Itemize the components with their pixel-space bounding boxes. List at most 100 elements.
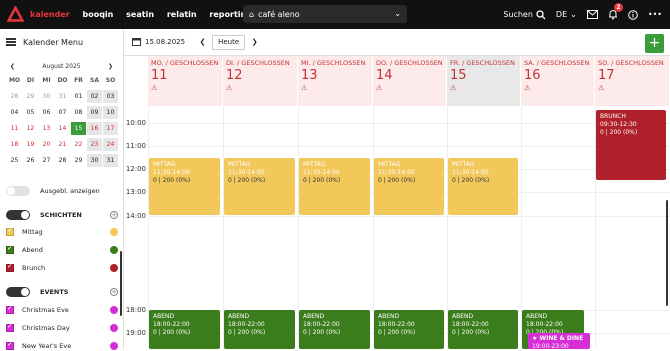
shift-item[interactable]: Abend [6, 244, 118, 254]
next-week-button[interactable]: ❯ [247, 34, 263, 50]
nav-kalender[interactable]: kalender [30, 10, 70, 19]
hidden-toggle[interactable] [6, 186, 30, 196]
today-button[interactable]: Heute [212, 34, 246, 50]
mini-calendar-day[interactable]: 28 [55, 154, 70, 167]
app-logo[interactable] [7, 6, 24, 23]
mini-calendar-day[interactable]: 04 [7, 106, 22, 119]
shift-name: ABEND [153, 313, 175, 320]
mini-calendar-day[interactable]: 17 [103, 122, 118, 135]
add-button[interactable]: + [645, 34, 664, 53]
day-header[interactable]: DO. / GESCHLOSSEN 14 ⚠ [373, 56, 447, 106]
mini-calendar-day[interactable]: 27 [39, 154, 54, 167]
mini-calendar-day[interactable]: 07 [55, 106, 70, 119]
mini-calendar-day[interactable]: 11 [7, 122, 22, 135]
calendar-scrollbar[interactable] [666, 200, 668, 306]
mail-icon[interactable] [586, 10, 598, 19]
day-number: 12 [226, 68, 243, 83]
checkbox[interactable] [6, 244, 14, 254]
mini-calendar-day[interactable]: 12 [23, 122, 38, 135]
mini-calendar-day[interactable]: 14 [55, 122, 70, 135]
mini-calendar-day[interactable]: 24 [103, 138, 118, 151]
mini-calendar-day[interactable]: 03 [103, 90, 118, 103]
mini-calendar-day[interactable]: 28 [7, 90, 22, 103]
search-button[interactable]: Suchen [503, 9, 546, 20]
checkbox[interactable] [6, 322, 14, 332]
event-item[interactable]: Christmas Eve [6, 304, 118, 314]
shift-name: ABEND [303, 313, 325, 320]
checkbox[interactable] [6, 262, 14, 272]
shift-item[interactable]: Mittag [6, 226, 118, 236]
day-header[interactable]: MI. / GESCHLOSSEN 13 ⚠ [298, 56, 373, 106]
mini-calendar-day[interactable]: 16 [87, 122, 102, 135]
mini-calendar-day[interactable]: 10 [103, 106, 118, 119]
info-icon[interactable] [628, 9, 638, 20]
mini-calendar-day[interactable]: 08 [71, 106, 86, 119]
event-item[interactable]: Christmas Day [6, 322, 118, 332]
checkbox[interactable] [6, 304, 14, 314]
shift-block-abend[interactable]: ABEND 18:00-22:00 0 | 200 (0%) [374, 310, 444, 349]
mini-calendar-day[interactable]: 19 [23, 138, 38, 151]
checkbox[interactable] [6, 226, 14, 236]
mini-calendar-day[interactable]: 02 [87, 90, 102, 103]
mini-calendar-day[interactable]: 31 [103, 154, 118, 167]
day-header-selected[interactable]: FR. / GESCHLOSSEN 15 ⚠ [447, 56, 521, 106]
mini-calendar-day[interactable]: 25 [7, 154, 22, 167]
mini-calendar-day[interactable]: 29 [71, 154, 86, 167]
mini-calendar-day[interactable]: 01 [71, 90, 86, 103]
prev-week-button[interactable]: ❮ [195, 34, 211, 50]
hour-label: 12:00 [125, 165, 146, 173]
shift-block-abend[interactable]: ABEND 18:00-22:00 0 | 200 (0%) [299, 310, 370, 349]
mini-calendar: MO DI MI DO FR SA SO 28 29 30 31 01 02 03 04 05 0… [7, 74, 123, 167]
nav-booqin[interactable]: booqin [82, 10, 113, 19]
language-selector[interactable]: DE ⌄ [556, 10, 577, 19]
shift-block-mittag[interactable]: MITTAG 11:30-14:00 0 | 200 (0%) [448, 158, 518, 215]
shift-block-mittag[interactable]: MITTAG 11:30-14:00 0 | 200 (0%) [299, 158, 370, 215]
sidebar-scrollbar[interactable] [120, 251, 122, 316]
add-event-icon[interactable]: + [110, 288, 118, 296]
venue-selector[interactable]: ⌂ café aleno ⌄ [243, 5, 407, 23]
shift-block-mittag[interactable]: MITTAG 11:30-14:00 0 | 200 (0%) [374, 158, 444, 215]
shift-block-abend[interactable]: ABEND 18:00-22:00 0 | 200 (0%) [448, 310, 518, 349]
events-toggle[interactable] [6, 287, 30, 297]
day-header[interactable]: MO. / GESCHLOSSEN 11 ⚠ [148, 56, 223, 106]
day-header[interactable]: DI. / GESCHLOSSEN 12 ⚠ [223, 56, 298, 106]
color-dot [110, 306, 118, 314]
closed-icon: ⚠ [450, 84, 457, 92]
more-icon[interactable]: ••• [648, 10, 662, 19]
shift-block-abend[interactable]: ABEND 18:00-22:00 0 | 200 (0%) [149, 310, 220, 349]
mini-calendar-day[interactable]: 23 [87, 138, 102, 151]
mini-calendar-day[interactable]: 05 [23, 106, 38, 119]
mini-calendar-day[interactable]: 22 [71, 138, 86, 151]
mini-calendar-day[interactable]: 29 [23, 90, 38, 103]
mini-calendar-day[interactable]: 26 [23, 154, 38, 167]
mini-calendar-day[interactable]: 20 [39, 138, 54, 151]
event-name: ★ WINE & DINE [532, 335, 584, 342]
nav-relatin[interactable]: relatin [167, 10, 197, 19]
mini-calendar-day[interactable]: 18 [7, 138, 22, 151]
shifts-toggle[interactable] [6, 210, 30, 220]
add-shift-icon[interactable]: + [110, 211, 118, 219]
day-header[interactable]: SA. / GESCHLOSSEN 16 ⚠ [521, 56, 595, 106]
shift-block-mittag[interactable]: MITTAG 11:30-14:00 0 | 200 (0%) [149, 158, 220, 215]
mini-calendar-day[interactable]: 30 [39, 90, 54, 103]
current-date[interactable]: 15.08.2025 [145, 38, 185, 46]
shift-block-brunch[interactable]: BRUNCH 09:30-12:30 0 | 200 (0%) [596, 110, 666, 180]
nav-reportin[interactable]: reportin [209, 10, 246, 19]
mini-calendar-day[interactable]: 13 [39, 122, 54, 135]
nav-seatin[interactable]: seatin [126, 10, 154, 19]
next-month-button[interactable]: ❯ [108, 63, 113, 70]
mini-calendar-day[interactable]: 21 [55, 138, 70, 151]
event-block-wine-dine[interactable]: ★ WINE & DINE 19:00-23:00 [528, 333, 590, 350]
mini-calendar-day[interactable]: 09 [87, 106, 102, 119]
mini-calendar-day[interactable]: 31 [55, 90, 70, 103]
shift-block-mittag[interactable]: MITTAG 11:30-14:00 0 | 200 (0%) [224, 158, 295, 215]
menu-icon[interactable] [6, 38, 16, 46]
shift-capacity: 0 | 200 (0%) [452, 177, 490, 184]
mini-calendar-day[interactable]: 30 [87, 154, 102, 167]
shift-block-abend[interactable]: ABEND 18:00-22:00 0 | 200 (0%) [224, 310, 295, 349]
mini-calendar-day[interactable]: 06 [39, 106, 54, 119]
mini-calendar-day[interactable]: 15 [71, 122, 86, 135]
prev-month-button[interactable]: ❮ [10, 63, 15, 70]
shift-item[interactable]: Brunch [6, 262, 118, 272]
day-header[interactable]: SO. / GESCHLOSSEN 17 ⚠ [595, 56, 670, 106]
